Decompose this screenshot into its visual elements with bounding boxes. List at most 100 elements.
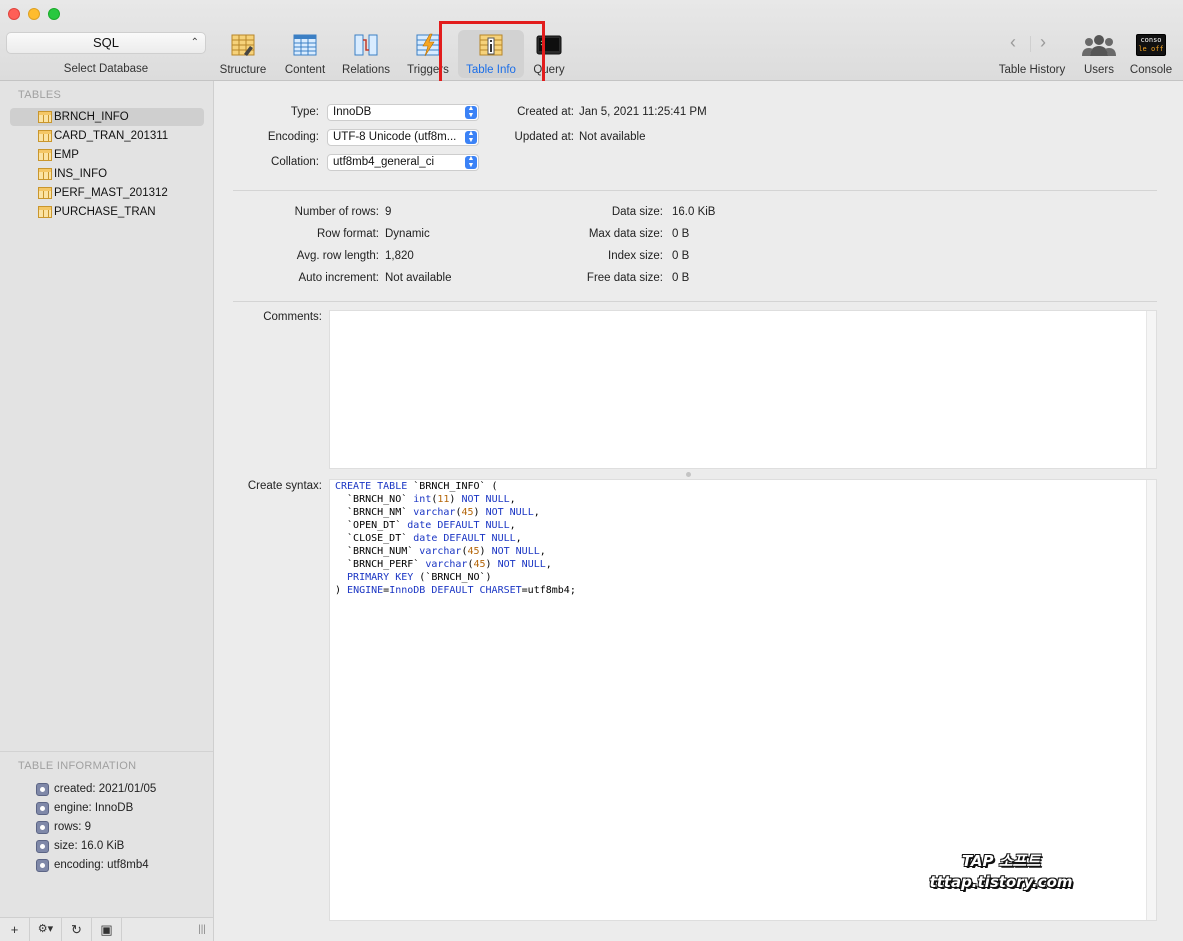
database-select-value: SQL: [92, 35, 119, 50]
auto-increment-value: Not available: [385, 272, 452, 284]
sidebar-bottom-bar: + ⚙▾ ↻ ▣ |||: [0, 917, 214, 941]
chevron-updown-icon: ▲ ▼: [465, 105, 477, 119]
auto-increment-label: Auto increment:: [298, 272, 379, 284]
console-button[interactable]: conso le off Console: [1126, 30, 1176, 78]
table-item[interactable]: EMP: [10, 146, 204, 164]
code-token: `BRNCH_NM`: [335, 507, 414, 518]
sidebar: TABLES BRNCH_INFO CARD_TRAN_201311 EMP I…: [0, 81, 214, 917]
code-token: ,: [515, 533, 522, 544]
code-token: date DEFAULT NULL: [407, 520, 510, 531]
type-select[interactable]: InnoDB ▲ ▼: [327, 104, 479, 121]
free-data-size-label: Free data size:: [586, 272, 663, 284]
created-at-label: Created at:: [517, 106, 574, 118]
close-window-button[interactable]: [8, 8, 20, 20]
code-line: `BRNCH_NUM` varchar(45) NOT NULL,: [335, 545, 576, 558]
code-token: NOT NULL: [461, 494, 510, 505]
table-item-label: PURCHASE_TRAN: [54, 206, 156, 218]
code-line: `OPEN_DT` date DEFAULT NULL,: [335, 519, 576, 532]
gear-menu-button[interactable]: ⚙▾: [30, 918, 62, 941]
max-data-size-label: Max data size:: [588, 228, 663, 240]
split-handle[interactable]: [686, 472, 691, 477]
tab-structure[interactable]: Structure: [215, 30, 271, 78]
info-icon: [36, 783, 49, 796]
table-item[interactable]: BRNCH_INFO: [10, 108, 204, 126]
chevron-updown-icon: ▲ ▼: [465, 155, 477, 169]
console-icon-text-2: le off: [1138, 45, 1164, 53]
comments-scrollbar[interactable]: [1146, 311, 1156, 468]
code-token: InnoDB DEFAULT CHARSET: [389, 585, 522, 596]
add-table-button[interactable]: +: [0, 918, 30, 941]
filter-toggle-button[interactable]: ▣: [92, 918, 122, 941]
tab-triggers-label: Triggers: [407, 64, 449, 76]
info-item-label: encoding: utf8mb4: [54, 859, 149, 871]
refresh-button[interactable]: ↻: [62, 918, 92, 941]
content-icon: [293, 34, 317, 56]
info-item-label: size: 16.0 KiB: [54, 840, 125, 852]
table-item-label: CARD_TRAN_201311: [54, 130, 169, 142]
code-token: `OPEN_DT`: [335, 520, 408, 531]
comments-field[interactable]: [329, 310, 1157, 469]
table-item[interactable]: PURCHASE_TRAN: [10, 203, 204, 221]
index-size-value: 0 B: [672, 250, 690, 262]
table-history-label: Table History: [998, 64, 1066, 76]
tab-structure-label: Structure: [219, 64, 267, 76]
code-token: `BRNCH_PERF`: [335, 559, 426, 570]
toolbar: SQL ⌃ Select Database Structure Content: [0, 0, 1183, 94]
minimize-window-button[interactable]: [28, 8, 40, 20]
tab-triggers[interactable]: Triggers: [403, 30, 453, 78]
code-token: varchar: [425, 559, 468, 570]
tab-table-info-label: Table Info: [466, 64, 516, 76]
code-token: varchar: [413, 507, 456, 518]
info-icon: [36, 802, 49, 815]
code-token: 45: [461, 507, 474, 518]
triggers-icon: [416, 33, 440, 57]
code-token: `BRNCH_NO`: [335, 494, 414, 505]
code-token: ,: [509, 520, 516, 531]
info-created: created: 2021/01/05: [36, 780, 156, 798]
collation-select[interactable]: utf8mb4_general_ci ▲ ▼: [327, 154, 479, 171]
create-syntax-scrollbar[interactable]: [1146, 480, 1156, 920]
table-item-label: PERF_MAST_201312: [54, 187, 168, 199]
code-token: NOT NULL: [491, 546, 540, 557]
code-line: CREATE TABLE `BRNCH_INFO` (: [335, 480, 576, 493]
chevron-updown-icon: ▲ ▼: [465, 130, 477, 144]
index-size-label: Index size:: [608, 250, 663, 262]
tab-content[interactable]: Content: [281, 30, 329, 78]
code-line: `BRNCH_PERF` varchar(45) NOT NULL,: [335, 558, 576, 571]
code-token: ): [449, 494, 462, 505]
updated-at-label: Updated at:: [514, 131, 574, 143]
table-item-label: EMP: [54, 149, 79, 161]
rows-value: 9: [385, 206, 392, 218]
database-select[interactable]: SQL ⌃: [6, 32, 206, 54]
tab-relations[interactable]: Relations: [339, 30, 393, 78]
code-token: 11: [437, 494, 450, 505]
code-token: ,: [533, 507, 540, 518]
table-icon: [38, 149, 52, 161]
table-item[interactable]: PERF_MAST_201312: [10, 184, 204, 202]
code-token: ): [335, 585, 348, 596]
table-item[interactable]: CARD_TRAN_201311: [10, 127, 204, 145]
table-item[interactable]: INS_INFO: [10, 165, 204, 183]
free-data-size-value: 0 B: [672, 272, 690, 284]
code-token: `BRNCH_NUM`: [335, 546, 420, 557]
back-chevron-icon[interactable]: ‹: [1010, 32, 1016, 53]
select-database-label: Select Database: [63, 63, 149, 75]
forward-chevron-icon[interactable]: ›: [1040, 32, 1046, 53]
code-token: NOT NULL: [497, 559, 546, 570]
zoom-window-button[interactable]: [48, 8, 60, 20]
code-token: ,: [539, 546, 546, 557]
users-button[interactable]: Users: [1078, 30, 1120, 78]
info-size: size: 16.0 KiB: [36, 837, 124, 855]
tab-query[interactable]: Query: [529, 30, 569, 78]
encoding-select[interactable]: UTF-8 Unicode (utf8m... ▲ ▼: [327, 129, 479, 146]
tab-table-info[interactable]: Table Info: [458, 30, 524, 78]
code-token: =utf8mb4;: [521, 585, 576, 596]
created-at-value: Jan 5, 2021 11:25:41 PM: [579, 106, 707, 118]
data-size-label: Data size:: [611, 206, 663, 218]
info-rows: rows: 9: [36, 818, 91, 836]
table-item-label: INS_INFO: [54, 168, 108, 180]
info-item-label: rows: 9: [54, 821, 92, 833]
resize-handle-icon[interactable]: |||: [190, 918, 214, 941]
info-item-label: created: 2021/01/05: [54, 783, 157, 795]
code-line: PRIMARY KEY (`BRNCH_NO`): [335, 571, 576, 584]
